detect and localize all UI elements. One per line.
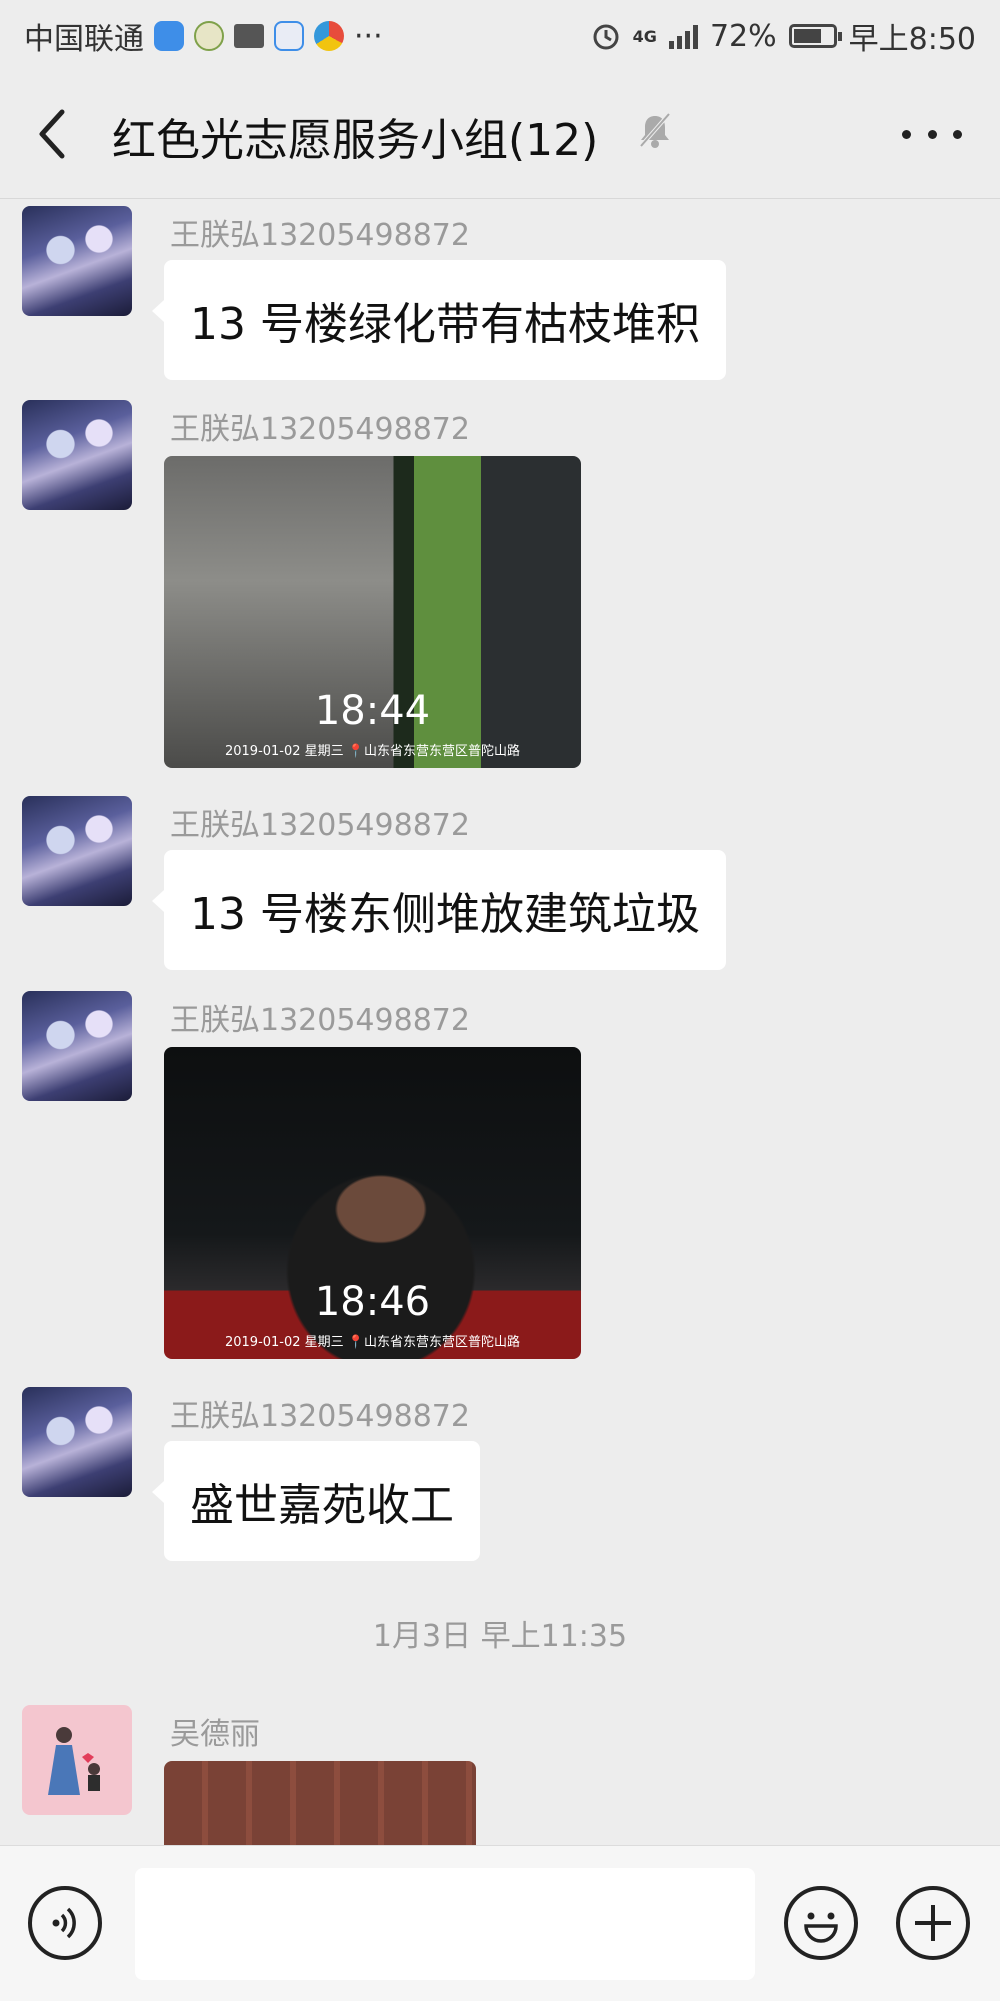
app-notification-icon	[314, 21, 344, 51]
bell-muted-icon	[639, 112, 671, 148]
message-photo[interactable]	[164, 1761, 476, 1857]
clock: 早上8:50	[848, 22, 976, 57]
more-dots-icon[interactable]	[902, 116, 962, 152]
status-left: 中国联通 ···	[24, 14, 383, 58]
message-bubble[interactable]: 13 号楼东侧堆放建筑垃圾	[152, 850, 726, 970]
app-notification-icon	[154, 21, 184, 51]
status-bar: 中国联通 ··· 4G 72% 早上8:50	[0, 0, 1000, 68]
sender-name: 王朕弘13205498872	[170, 412, 470, 447]
sender-name: 王朕弘13205498872	[170, 218, 470, 253]
sender-name: 王朕弘13205498872	[170, 1399, 470, 1434]
voice-wave-icon	[52, 1907, 76, 1939]
input-bar	[0, 1845, 1000, 2001]
chat-title[interactable]: 红色光志愿服务小组(12)	[112, 104, 598, 168]
smiley-icon	[804, 1912, 838, 1943]
avatar[interactable]	[22, 400, 132, 510]
message-bubble[interactable]: 盛世嘉苑收工	[152, 1441, 480, 1561]
battery-icon	[788, 24, 842, 48]
avatar-illustration	[48, 1727, 100, 1795]
mail-icon	[234, 24, 264, 48]
photo-caption-stamp: 2019-01-02 星期三 📍山东省东营东营区普陀山路	[224, 744, 520, 759]
battery-percent: 72%	[709, 18, 777, 54]
message-bubble[interactable]: 13 号楼绿化带有枯枝堆积	[152, 260, 726, 380]
signal-icon	[668, 23, 698, 49]
plus-glyph-icon	[915, 1905, 951, 1941]
avatar[interactable]	[22, 991, 132, 1101]
more-notifications-icon: ···	[354, 18, 383, 54]
photo-time-stamp: 18:44	[314, 688, 431, 734]
carrier-label: 中国联通	[24, 22, 144, 57]
avatar[interactable]	[22, 1705, 132, 1815]
network-type: 4G	[632, 26, 657, 46]
cloud-icon	[274, 21, 304, 51]
alarm-icon	[593, 24, 619, 50]
sender-name: 王朕弘13205498872	[170, 1003, 470, 1038]
chat-header: 红色光志愿服务小组(12)	[0, 68, 1000, 199]
chevron-left-icon[interactable]	[30, 106, 80, 162]
sender-name: 吴德丽	[170, 1717, 260, 1752]
avatar[interactable]	[22, 796, 132, 906]
avatar[interactable]	[22, 1387, 132, 1497]
sender-name: 王朕弘13205498872	[170, 808, 470, 843]
photo-caption-stamp: 2019-01-02 星期三 📍山东省东营东营区普陀山路	[224, 1335, 520, 1350]
message-input[interactable]	[135, 1868, 755, 1980]
message-photo[interactable]: 18:46 2019-01-02 星期三 📍山东省东营东营区普陀山路	[164, 1047, 581, 1359]
emoji-icon[interactable]	[784, 1886, 858, 1960]
photo-time-stamp: 18:46	[314, 1279, 431, 1325]
timestamp-divider: 1月3日 早上11:35	[372, 1619, 628, 1654]
voice-icon[interactable]	[28, 1886, 102, 1960]
avatar[interactable]	[22, 206, 132, 316]
app-notification-icon	[194, 21, 224, 51]
plus-icon[interactable]	[896, 1886, 970, 1960]
message-photo[interactable]: 18:44 2019-01-02 星期三 📍山东省东营东营区普陀山路	[164, 456, 581, 768]
status-right: 4G 72% 早上8:50	[591, 14, 976, 58]
battery-fill	[793, 29, 821, 43]
